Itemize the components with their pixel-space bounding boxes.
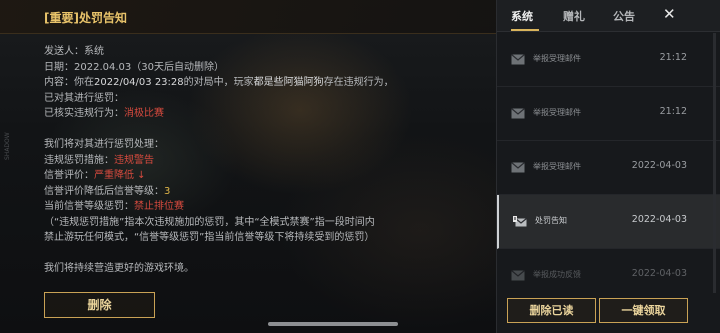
envelope-icon bbox=[511, 270, 525, 281]
mail-title: 举报受理邮件 bbox=[533, 108, 581, 117]
mail-time: 21:12 bbox=[659, 106, 687, 117]
mail-tabs: 系统 赠礼 公告 ✕ bbox=[497, 0, 720, 32]
tab-announcements[interactable]: 公告 bbox=[613, 8, 635, 24]
mail-time: 2022-04-03 bbox=[631, 160, 687, 171]
tab-system[interactable]: 系统 bbox=[511, 8, 533, 24]
envelope-icon bbox=[511, 54, 525, 65]
body-line-1: 内容：你在2022/04/03 23:28的对局中，玩家都是些阿猫阿狗存在违规行… bbox=[44, 75, 484, 91]
verified-line: 已核实违规行为：消极比赛 bbox=[44, 106, 484, 122]
closing-line: 我们将持续营造更好的游戏环境。 bbox=[44, 263, 194, 274]
credit-value: 严重降低 ↓ bbox=[94, 170, 146, 181]
mail-item[interactable]: 举报受理邮件 21:12 bbox=[497, 87, 720, 141]
current-penalty-line: 当前信誉等级惩罚：禁止排位赛 bbox=[44, 199, 484, 215]
sender-line: 发送人：系统 bbox=[44, 46, 104, 57]
mail-item[interactable]: 举报受理邮件 2022-04-03 bbox=[497, 141, 720, 195]
notice-panel: [重要]处罚告知 SHADOW 发送人：系统 日期：2022.04.03（30天… bbox=[0, 0, 496, 333]
tab-gifts[interactable]: 赠礼 bbox=[563, 8, 585, 24]
body-mid: 的对局中，玩家 bbox=[183, 77, 254, 88]
measure-label: 违规惩罚措施： bbox=[44, 154, 114, 166]
notice-content: 发送人：系统 日期：2022.04.03（30天后自动删除） 内容：你在2022… bbox=[44, 44, 484, 277]
current-value: 禁止排位赛 bbox=[134, 201, 184, 212]
body-prefix: 内容：你在 bbox=[44, 77, 94, 88]
mail-time: 21:12 bbox=[659, 52, 687, 63]
mail-title: 举报成功反馈 bbox=[533, 270, 581, 279]
player-name: 都是些阿猫阿狗 bbox=[253, 77, 324, 88]
verified-label: 已核实违规行为： bbox=[44, 108, 124, 119]
active-tab-indicator bbox=[511, 29, 539, 31]
mail-time: 2022-04-03 bbox=[631, 268, 687, 279]
level-value: 3 bbox=[164, 185, 171, 197]
mail-actions: 删除已读 一键领取 bbox=[497, 293, 720, 333]
envelope-icon bbox=[511, 162, 525, 173]
measure-value: 违规警告 bbox=[114, 154, 154, 166]
close-icon[interactable]: ✕ bbox=[663, 5, 676, 23]
delete-read-button[interactable]: 删除已读 bbox=[507, 298, 596, 323]
verified-value: 消极比赛 bbox=[124, 108, 164, 119]
mail-sidebar: 系统 赠礼 公告 ✕ 举报受理邮件 21:12 举报受理邮件 21:12 举报受… bbox=[496, 0, 720, 333]
delete-button[interactable]: 删除 bbox=[44, 292, 155, 318]
notice-title: [重要]处罚告知 bbox=[44, 11, 127, 25]
credit-label: 信誉评价： bbox=[44, 170, 94, 181]
level-line: 信誉评价降低后信誉等级：3 bbox=[44, 184, 484, 200]
notice-header: [重要]处罚告知 bbox=[0, 0, 496, 34]
body-line-2: 已对其进行惩罚： bbox=[44, 92, 124, 104]
credit-line: 信誉评价：严重降低 ↓ bbox=[44, 168, 484, 184]
punish-intro: 我们将对其进行惩罚处理： bbox=[44, 139, 164, 150]
mail-title: 处罚告知 bbox=[535, 216, 567, 225]
level-label: 信誉评价降低后信誉等级： bbox=[44, 185, 164, 197]
mail-item-selected[interactable]: 处罚告知 2022-04-03 bbox=[497, 195, 720, 249]
envelope-icon bbox=[511, 108, 525, 119]
claim-all-button[interactable]: 一键领取 bbox=[599, 298, 688, 323]
match-time: 2022/04/03 23:28 bbox=[94, 77, 184, 88]
note-line-1: （“违规惩罚措施”指本次违规施加的惩罚，其中“全模式禁赛”指一段时间内 bbox=[44, 216, 375, 228]
body-suffix: 存在违规行为， bbox=[323, 77, 394, 88]
edge-watermark: SHADOW bbox=[4, 132, 11, 160]
mail-scrollbar[interactable] bbox=[713, 33, 716, 295]
current-label: 当前信誉等级惩罚： bbox=[44, 201, 134, 212]
alert-envelope-icon bbox=[513, 216, 527, 227]
mail-item[interactable]: 举报受理邮件 21:12 bbox=[497, 33, 720, 87]
note-line-2: 禁止游玩任何模式，“信誉等级惩罚”指当前信誉等级下将持续受到的惩罚） bbox=[44, 232, 375, 243]
mail-list: 举报受理邮件 21:12 举报受理邮件 21:12 举报受理邮件 2022-04… bbox=[497, 33, 720, 303]
mail-title: 举报受理邮件 bbox=[533, 162, 581, 171]
measure-line: 违规惩罚措施：违规警告 bbox=[44, 153, 484, 169]
mail-title: 举报受理邮件 bbox=[533, 54, 581, 63]
home-indicator[interactable] bbox=[268, 322, 398, 326]
date-line: 日期：2022.04.03（30天后自动删除） bbox=[44, 61, 224, 73]
mail-time: 2022-04-03 bbox=[631, 214, 687, 225]
